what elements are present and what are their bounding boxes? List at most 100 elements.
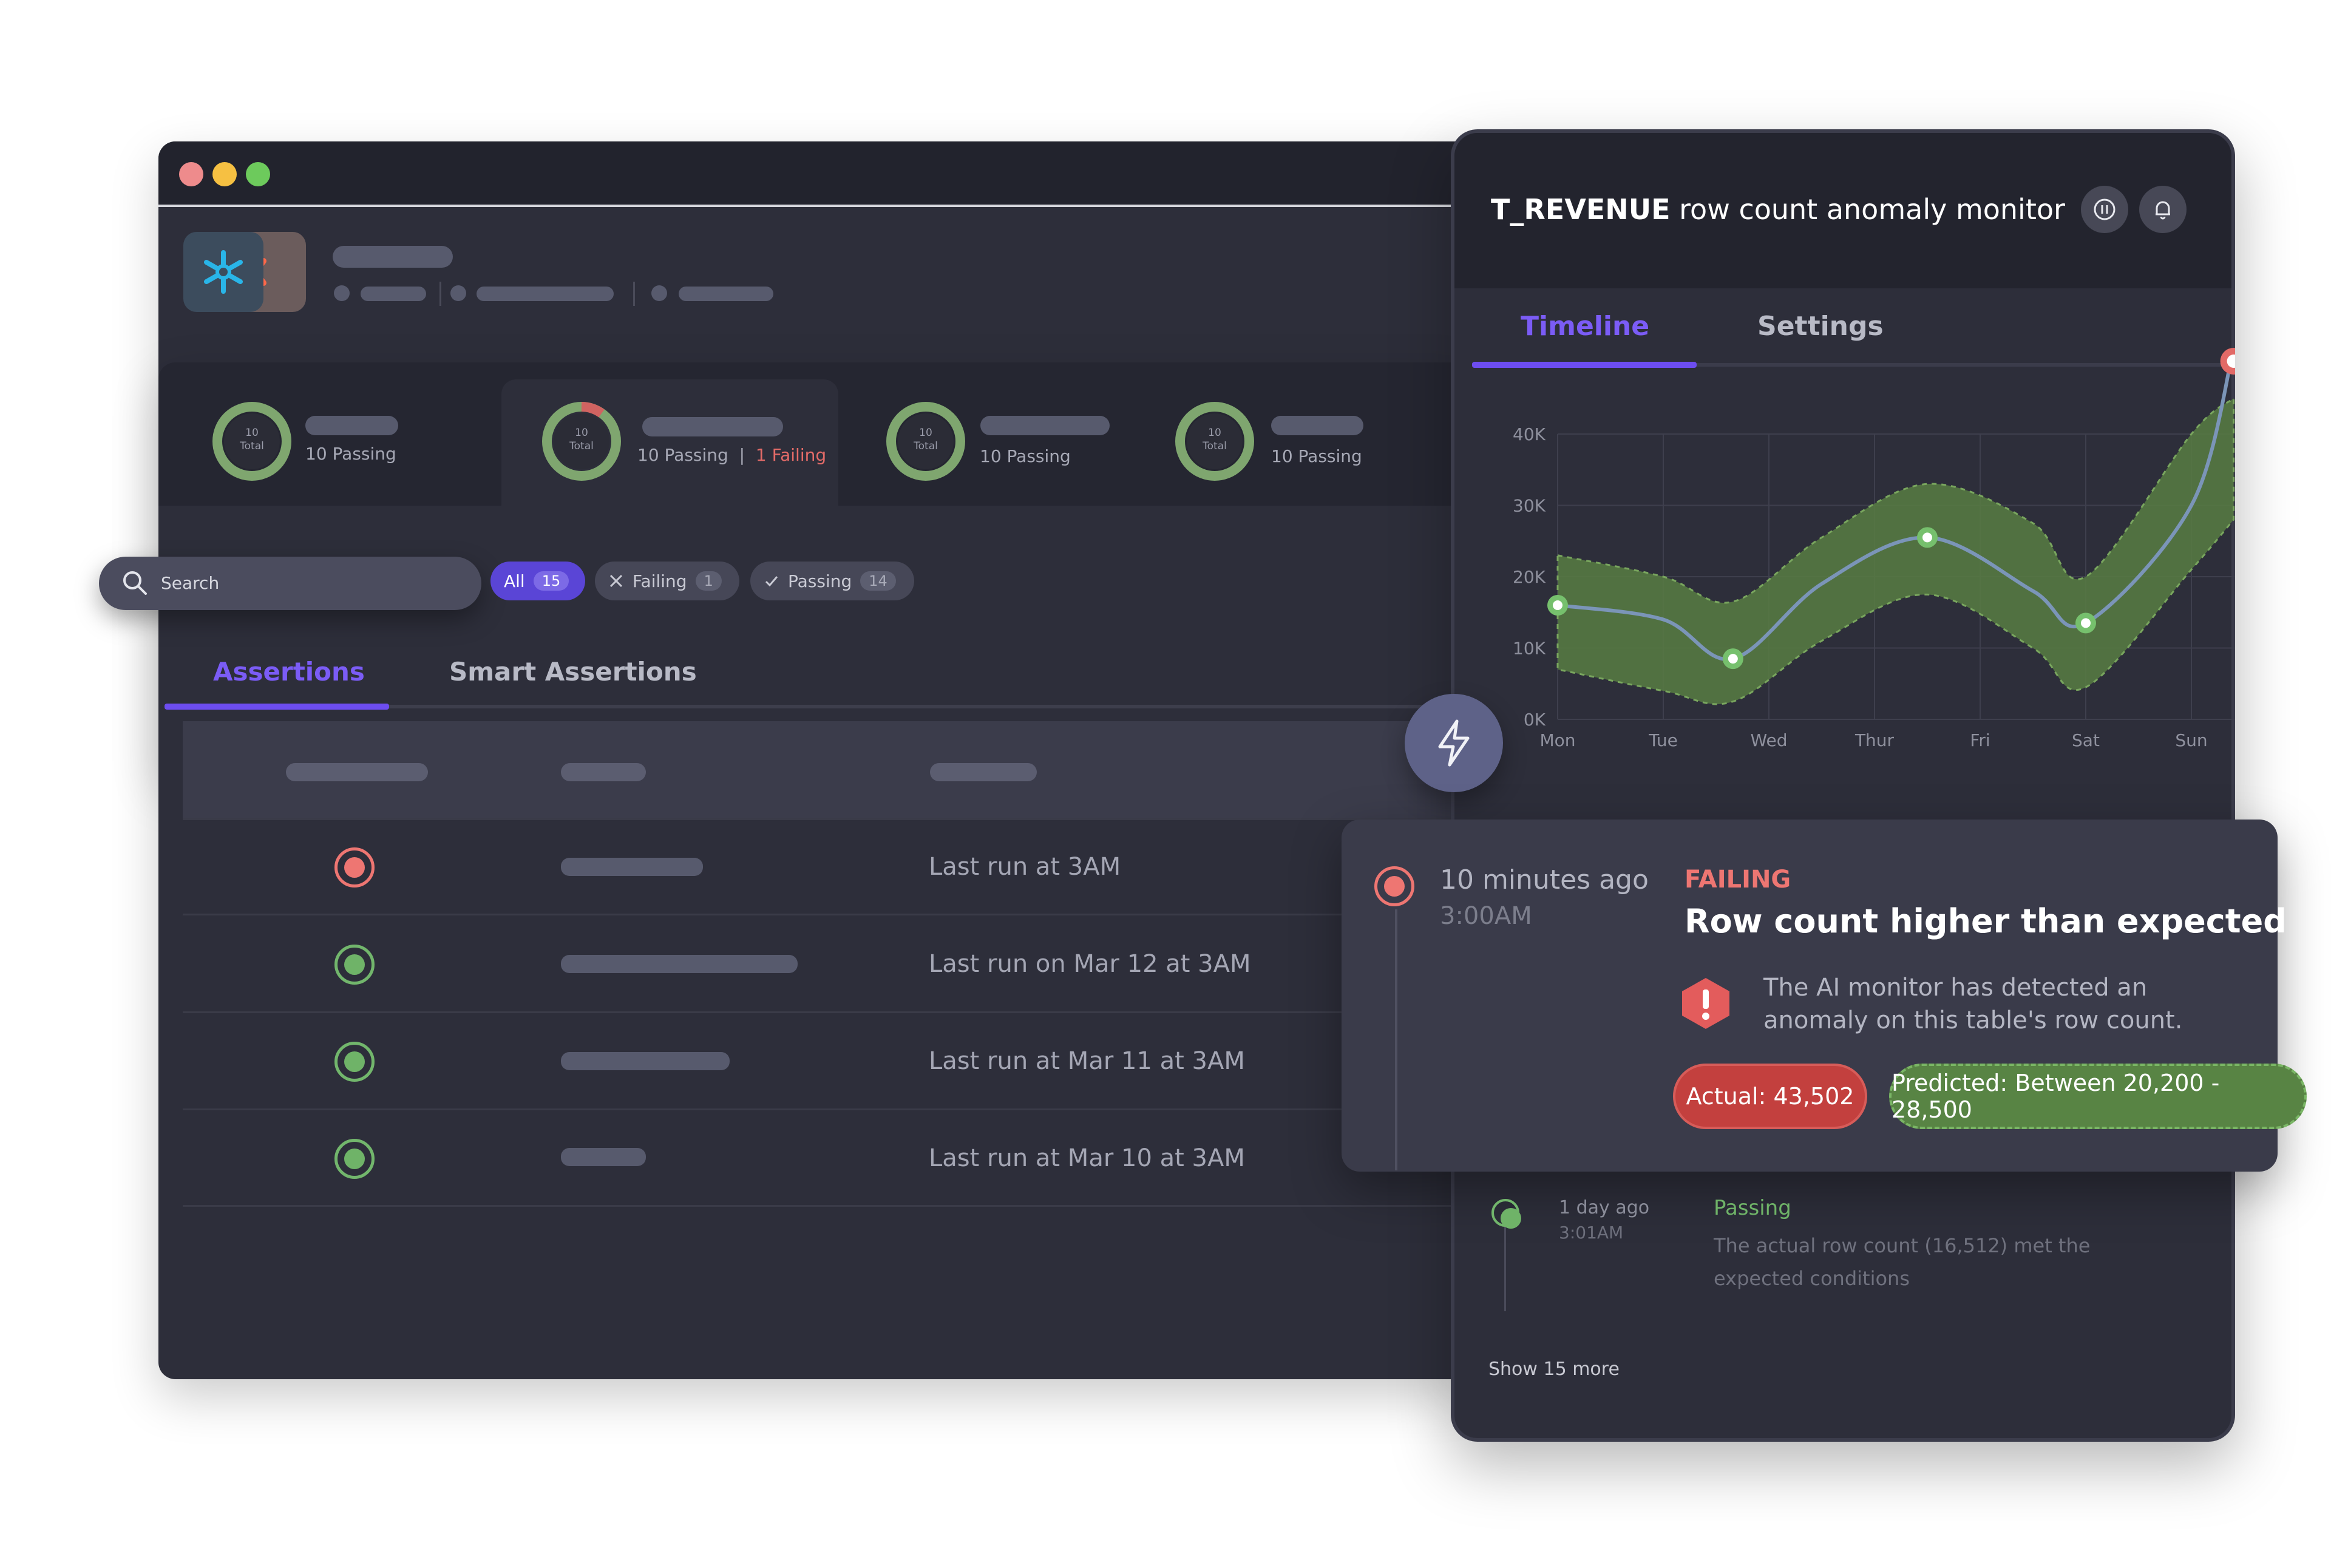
y-tick-label: 30K [1513, 496, 1546, 516]
filter-failing-count: 1 [695, 571, 722, 591]
filter-passing-chip[interactable]: Passing 14 [750, 562, 914, 600]
notifications-button[interactable] [2139, 186, 2187, 233]
close-icon [609, 574, 623, 588]
row-divider [183, 818, 1476, 820]
event-time: 3:00AM [1440, 902, 1532, 930]
y-tick-label: 10K [1513, 639, 1546, 659]
stat-passing: 10 Passing [305, 444, 396, 464]
stat-separator: | [739, 445, 745, 465]
status-passing-icon [334, 945, 375, 985]
status-failing-icon [334, 847, 375, 888]
event-passing-icon [1491, 1199, 1521, 1229]
chart-expected-band [1556, 396, 2235, 705]
stat-ring-total: 10 Total [1203, 427, 1227, 452]
filter-all-label: All [504, 571, 525, 591]
row-name-placeholder [561, 858, 703, 876]
window-minimize-button[interactable] [212, 162, 237, 186]
header-meta-dot [334, 285, 350, 301]
row-last-run: Last run at Mar 10 at 3AM [929, 1144, 1245, 1172]
filter-failing-label: Failing [633, 571, 687, 591]
x-tick-label: Sat [2072, 730, 2100, 750]
tab-smart-assertions[interactable]: Smart Assertions [449, 657, 697, 687]
pause-icon [2094, 199, 2116, 220]
monitor-title: T_REVENUE row count anomaly monitor [1491, 193, 2065, 226]
filter-all-count: 15 [533, 571, 569, 591]
filter-failing-chip[interactable]: Failing 1 [595, 562, 739, 600]
snowflake-icon [204, 250, 243, 294]
event-status: FAILING [1685, 866, 1791, 894]
chart-y-labels: 0K 10K 20K 30K 40K [1513, 424, 1546, 730]
status-passing-icon [334, 1042, 375, 1082]
tab-timeline[interactable]: Timeline [1521, 311, 1649, 342]
header-meta-placeholder [477, 287, 614, 301]
stat-ring-total: 10 Total [240, 427, 264, 452]
header-meta-placeholder [361, 287, 426, 301]
pass-event-description: The actual row count (16,512) met the ex… [1714, 1234, 2091, 1290]
show-more-link[interactable]: Show 15 more [1488, 1359, 1620, 1380]
pause-button[interactable] [2081, 186, 2128, 233]
header-title-placeholder [333, 246, 453, 268]
row-divider [183, 914, 1476, 915]
x-tick-label: Fri [1970, 730, 1990, 750]
y-tick-label: 20K [1513, 567, 1546, 587]
chart-marker-center [1728, 654, 1738, 664]
window-maximize-button[interactable] [246, 162, 270, 186]
chart-marker-center [1553, 600, 1562, 610]
lightning-icon [1438, 719, 1470, 767]
stat-failing: 1 Failing [755, 445, 827, 465]
column-header-placeholder [561, 763, 646, 781]
stat-title-placeholder [305, 416, 398, 435]
event-failing-icon [1374, 866, 1414, 906]
monitor-table-name: T_REVENUE [1491, 193, 1671, 226]
pass-event-time: 3:01AM [1559, 1223, 1624, 1243]
stat-title-placeholder [642, 417, 783, 436]
column-header-placeholder [930, 763, 1037, 781]
row-name-placeholder [561, 1148, 646, 1166]
event-time-ago: 10 minutes ago [1440, 864, 1649, 895]
monitor-title-text: row count anomaly monitor [1670, 193, 2065, 226]
x-tick-label: Mon [1539, 730, 1575, 750]
y-tick-label: 0K [1524, 710, 1546, 730]
x-tick-label: Tue [1648, 730, 1678, 750]
stat-title-placeholder [1271, 416, 1363, 435]
row-divider [183, 1108, 1476, 1110]
stat-passing: 10 Passing [980, 446, 1071, 466]
pass-event-time-ago: 1 day ago [1559, 1197, 1650, 1218]
row-last-run: Last run on Mar 12 at 3AM [929, 950, 1251, 978]
stat-ring-total: 10 Total [569, 427, 594, 452]
chart-marker-center [1922, 532, 1932, 543]
search-input[interactable] [99, 557, 481, 610]
stat-passing-failing: 10 Passing | 1 Failing [637, 445, 826, 465]
header-meta-dot [450, 285, 466, 301]
timeline-line [1395, 909, 1397, 1170]
column-header-placeholder [286, 763, 428, 781]
header-bar [158, 207, 1476, 341]
header-meta-dot [651, 285, 667, 301]
search-placeholder: Search [161, 573, 220, 593]
search-icon [123, 571, 147, 595]
warning-icon [1682, 978, 1729, 1029]
event-description: The AI monitor has detected an anomaly o… [1763, 974, 2183, 1034]
check-icon [765, 576, 778, 587]
window-titlebar [158, 141, 1476, 207]
event-heading: Row count higher than expected [1685, 902, 2287, 940]
window-close-button[interactable] [179, 162, 203, 186]
filter-all-chip[interactable]: All 15 [490, 562, 585, 600]
row-name-placeholder [561, 955, 798, 973]
stat-passing: 10 Passing [1271, 446, 1362, 466]
row-count-chart: Mon Tue Wed Thur Fri Sat Sun 0K 10K 20K 30K 40K [1513, 348, 2235, 750]
row-last-run: Last run at Mar 11 at 3AM [929, 1047, 1245, 1075]
x-tick-label: Thur [1854, 730, 1895, 750]
x-tick-label: Wed [1750, 730, 1787, 750]
timeline-line [1504, 1220, 1506, 1311]
header-meta-placeholder [679, 287, 773, 301]
filter-passing-count: 14 [860, 571, 896, 591]
snowflake-logo [183, 232, 263, 312]
filter-passing-label: Passing [788, 571, 852, 591]
lightning-button[interactable] [1405, 694, 1503, 792]
tab-settings[interactable]: Settings [1757, 311, 1884, 342]
stat-passing: 10 Passing [637, 445, 728, 465]
tab-assertions[interactable]: Assertions [213, 657, 365, 687]
header-meta-divider [439, 282, 441, 306]
tab-active-indicator [165, 704, 389, 710]
